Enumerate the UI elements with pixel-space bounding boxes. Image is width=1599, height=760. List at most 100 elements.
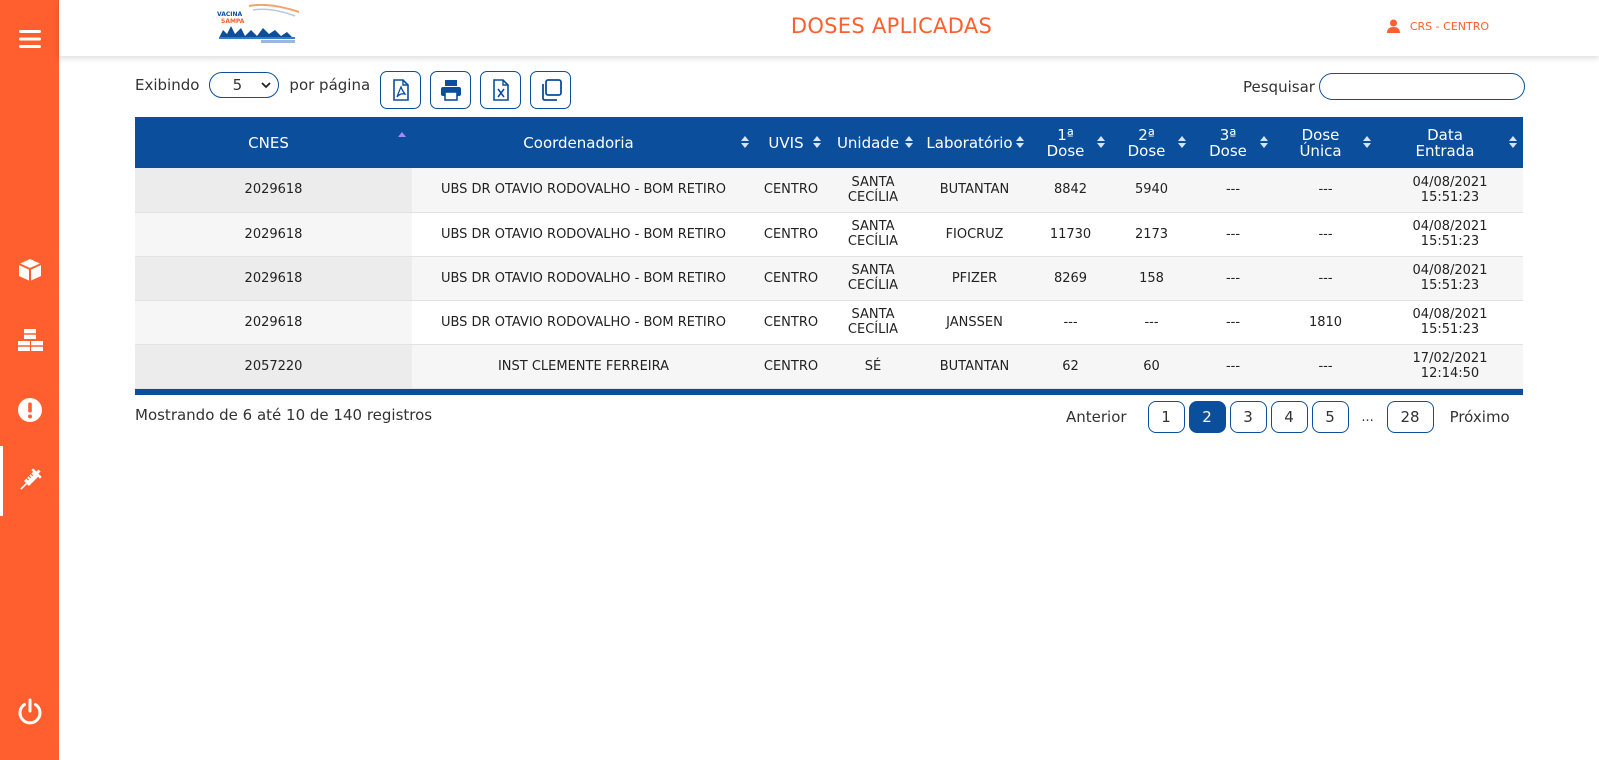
user-icon: [1386, 19, 1400, 33]
search-box: Pesquisar: [1243, 73, 1525, 100]
cell-data-entrada: 04/08/2021 15:51:23: [1377, 212, 1523, 257]
sort-both-icon: [1178, 136, 1186, 148]
search-input[interactable]: [1318, 73, 1525, 100]
cell-coordenadoria: UBS DR OTAVIO RODOVALHO - BOM RETIRO: [412, 300, 755, 345]
cell-dose2: 158: [1111, 256, 1192, 301]
cell-dose-unica: ---: [1274, 168, 1377, 213]
page-button-5[interactable]: 5: [1311, 401, 1349, 433]
copy-button[interactable]: [530, 71, 572, 109]
cell-laboratorio: PFIZER: [919, 256, 1030, 301]
cell-coordenadoria: UBS DR OTAVIO RODOVALHO - BOM RETIRO: [412, 212, 755, 257]
table-row: 2029618 UBS DR OTAVIO RODOVALHO - BOM RE…: [135, 300, 1523, 345]
cell-data-entrada: 04/08/2021 15:51:23: [1377, 300, 1523, 345]
syringe-icon: [19, 468, 42, 490]
sort-both-icon: [1260, 136, 1268, 148]
sidebar-item-alertas[interactable]: [0, 388, 59, 432]
pdf-icon: [392, 79, 409, 101]
export-excel-button[interactable]: [480, 71, 522, 109]
column-header-dose3[interactable]: 3ª Dose: [1192, 117, 1274, 168]
cell-unidade: SANTA CECÍLIA: [827, 256, 919, 301]
cell-uvis: CENTRO: [755, 300, 827, 345]
page-button-3[interactable]: 3: [1229, 401, 1267, 433]
cell-uvis: CENTRO: [755, 168, 827, 213]
cell-coordenadoria: UBS DR OTAVIO RODOVALHO - BOM RETIRO: [412, 168, 755, 213]
column-header-dose1[interactable]: 1ª Dose: [1030, 117, 1111, 168]
doses-table: CNES Coordenadoria UVIS Unidade Laborató…: [135, 117, 1523, 389]
logout-button[interactable]: [0, 689, 59, 733]
cell-laboratorio: JANSSEN: [919, 300, 1030, 345]
table-row: 2057220 INST CLEMENTE FERREIRA CENTRO SÉ…: [135, 344, 1523, 389]
next-page-link[interactable]: Próximo: [1450, 408, 1510, 426]
sort-asc-icon: [398, 132, 406, 137]
cell-unidade: SÉ: [827, 344, 919, 389]
sort-both-icon: [1509, 136, 1517, 148]
page-button-1[interactable]: 1: [1147, 401, 1185, 433]
cell-dose2: 2173: [1111, 212, 1192, 257]
sort-both-icon: [905, 136, 913, 148]
cell-cnes: 2057220: [135, 344, 412, 389]
page-button-4[interactable]: 4: [1270, 401, 1308, 433]
cell-cnes: 2029618: [135, 168, 412, 213]
sidebar-item-estoque[interactable]: [0, 248, 59, 292]
cell-coordenadoria: INST CLEMENTE FERREIRA: [412, 344, 755, 389]
cell-cnes: 2029618: [135, 212, 412, 257]
print-button[interactable]: [430, 71, 472, 109]
cell-dose-unica: ---: [1274, 212, 1377, 257]
cell-dose-unica: ---: [1274, 256, 1377, 301]
sidebar-item-lotes[interactable]: [0, 318, 59, 362]
cell-dose3: ---: [1192, 300, 1274, 345]
column-header-dose-unica[interactable]: Dose Única: [1274, 117, 1377, 168]
pagination-ellipsis: ...: [1361, 409, 1374, 425]
alert-icon: [17, 398, 42, 422]
cell-uvis: CENTRO: [755, 256, 827, 301]
cell-dose3: ---: [1192, 212, 1274, 257]
per-page-select[interactable]: 5: [209, 72, 280, 98]
table-header-row: CNES Coordenadoria UVIS Unidade Laborató…: [135, 117, 1523, 168]
page-button-2[interactable]: 2: [1188, 401, 1226, 433]
column-header-coordenadoria[interactable]: Coordenadoria: [412, 117, 755, 168]
cell-uvis: CENTRO: [755, 212, 827, 257]
cell-dose1: 62: [1030, 344, 1111, 389]
table-row: 2029618 UBS DR OTAVIO RODOVALHO - BOM RE…: [135, 256, 1523, 301]
table-body: 2029618 UBS DR OTAVIO RODOVALHO - BOM RE…: [135, 168, 1523, 389]
user-menu[interactable]: CRS - CENTRO: [1386, 19, 1489, 33]
excel-icon: [492, 79, 509, 101]
cell-dose2: 5940: [1111, 168, 1192, 213]
column-header-dose2[interactable]: 2ª Dose: [1111, 117, 1192, 168]
cell-uvis: CENTRO: [755, 344, 827, 389]
cell-dose1: 11730: [1030, 212, 1111, 257]
doses-table-wrapper: CNES Coordenadoria UVIS Unidade Laborató…: [135, 117, 1523, 395]
cell-cnes: 2029618: [135, 256, 412, 301]
table-footer-bar: [135, 388, 1523, 395]
box-icon: [18, 259, 41, 281]
export-pdf-button[interactable]: [380, 71, 422, 109]
column-header-data-entrada[interactable]: Data Entrada: [1377, 117, 1523, 168]
page-button-last[interactable]: 28: [1386, 401, 1434, 433]
cell-unidade: SANTA CECÍLIA: [827, 168, 919, 213]
showing-label: Exibindo: [135, 76, 200, 94]
column-header-cnes[interactable]: CNES: [135, 117, 412, 168]
table-row: 2029618 UBS DR OTAVIO RODOVALHO - BOM RE…: [135, 168, 1523, 213]
cell-cnes: 2029618: [135, 300, 412, 345]
cell-dose3: ---: [1192, 168, 1274, 213]
cell-dose1: ---: [1030, 300, 1111, 345]
per-page-label: por página: [289, 76, 371, 94]
sidebar-item-doses[interactable]: [0, 446, 59, 516]
cell-dose-unica: 1810: [1274, 300, 1377, 345]
column-header-uvis[interactable]: UVIS: [755, 117, 827, 168]
cell-laboratorio: BUTANTAN: [919, 344, 1030, 389]
cell-dose-unica: ---: [1274, 344, 1377, 389]
chevron-down-icon: [261, 82, 272, 89]
cell-coordenadoria: UBS DR OTAVIO RODOVALHO - BOM RETIRO: [412, 256, 755, 301]
cell-dose1: 8269: [1030, 256, 1111, 301]
records-info: Mostrando de 6 até 10 de 140 registros: [135, 406, 433, 424]
previous-page-link[interactable]: Anterior: [1066, 408, 1127, 426]
column-header-unidade[interactable]: Unidade: [827, 117, 919, 168]
column-header-laboratorio[interactable]: Laboratório: [919, 117, 1030, 168]
power-icon: [18, 698, 41, 725]
pagination: Anterior 1 2 3 4 5 ... 28 Próximo: [1066, 401, 1510, 433]
menu-button[interactable]: [0, 17, 59, 61]
cell-laboratorio: FIOCRUZ: [919, 212, 1030, 257]
table-row: 2029618 UBS DR OTAVIO RODOVALHO - BOM RE…: [135, 212, 1523, 257]
sort-both-icon: [1097, 136, 1105, 148]
